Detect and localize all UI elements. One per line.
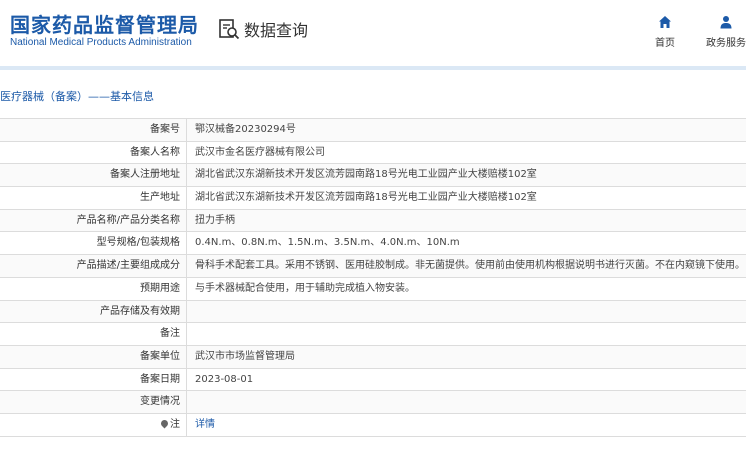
location-pin-icon [159,418,170,429]
table-row: 备案人名称 武汉市金名医疗器械有限公司 [0,141,746,165]
row-key: 产品描述/主要组成成分 [0,255,187,277]
row-key: 备案人名称 [0,141,187,164]
header-divider [0,66,746,70]
data-query-title[interactable]: 数据查询 [218,17,308,41]
table-row: 生产地址 湖北省武汉东湖新技术开发区流芳园南路18号光电工业园产业大楼赔楼102… [0,187,746,210]
nav-home[interactable]: 首页 [640,11,690,49]
row-value: 骨科手术配套工具。采用不锈钢、医用硅胶制成。非无菌提供。使用前由使用机构根据说明… [195,260,745,272]
row-key: 产品存储及有效期 [0,300,187,323]
row-value [187,301,746,323]
user-icon [720,16,732,29]
table-row: 产品存储及有效期 [0,300,746,324]
table-row: 备案日期 2023-08-01 [0,368,746,392]
row-value: 扭力手柄 [195,214,235,226]
table-row: 型号规格/包装规格 0.4N.m、0.8N.m、1.5N.m、3.5N.m、4.… [0,232,746,256]
row-value: 0.4N.m、0.8N.m、1.5N.m、3.5N.m、4.0N.m、10N.m [195,237,460,249]
row-key: 生产地址 [0,187,187,209]
site-header: 国家药品监督管理局 National Medical Products Admi… [0,0,746,66]
info-table: 备案号 鄂汉械备20230294号 备案人名称 武汉市金名医疗器械有限公司 备案… [0,118,746,437]
row-value: 武汉市金名医疗器械有限公司 [195,146,325,158]
row-value: 鄂汉械备20230294号 [195,124,296,135]
row-value [187,323,746,345]
site-logo-en[interactable]: National Medical Products Administration [10,37,192,48]
row-key: 型号规格/包装规格 [0,232,187,255]
table-row: 产品描述/主要组成成分 骨科手术配套工具。采用不锈钢、医用硅胶制成。非无菌提供。… [0,255,746,278]
nav-home-label: 首页 [655,38,675,49]
row-value: 湖北省武汉东湖新技术开发区流芳园南路18号光电工业园产业大楼赔楼102室 [195,169,537,181]
nav-government-services[interactable]: 政务服务 [701,11,746,49]
row-key: 备注 [0,323,187,345]
document-search-icon [219,19,240,40]
breadcrumb: 医疗器械（备案）——基本信息 [0,90,154,103]
table-row: 变更情况 [0,391,746,414]
row-value: 2023-08-01 [195,373,254,385]
row-value: 湖北省武汉东湖新技术开发区流芳园南路18号光电工业园产业大楼赔楼102室 [195,192,537,204]
data-query-label: 数据查询 [244,21,309,40]
home-icon [659,16,671,28]
site-logo-cn[interactable]: 国家药品监督管理局 [10,9,199,38]
row-key-note-label: 注 [170,418,180,430]
row-key: 产品名称/产品分类名称 [0,209,187,232]
row-key: 变更情况 [0,391,187,413]
row-key: 备案单位 [0,345,187,368]
nav-government-services-label: 政务服务 [706,38,746,49]
table-row: 备案单位 武汉市市场监督管理局 [0,345,746,369]
row-key: 备案日期 [0,368,187,391]
row-key: 备案人注册地址 [0,164,187,187]
row-value [187,391,746,413]
table-row: 注 详情 [0,413,746,437]
table-row: 预期用途 与手术器械配合使用，用于辅助完成植入物安装。 [0,277,746,301]
row-value: 与手术器械配合使用，用于辅助完成植入物安装。 [195,282,415,294]
row-value: 详情 [187,414,746,436]
table-row: 备注 [0,323,746,346]
table-row: 产品名称/产品分类名称 扭力手柄 [0,209,746,233]
table-row: 备案号 鄂汉械备20230294号 [0,119,746,142]
table-row: 备案人注册地址 湖北省武汉东湖新技术开发区流芳园南路18号光电工业园产业大楼赔楼… [0,164,746,188]
details-link[interactable]: 详情 [195,419,215,430]
row-value: 武汉市市场监督管理局 [195,350,295,362]
row-key: 预期用途 [0,277,187,300]
row-key: 备案号 [0,119,187,141]
row-key-note: 注 [0,413,187,436]
